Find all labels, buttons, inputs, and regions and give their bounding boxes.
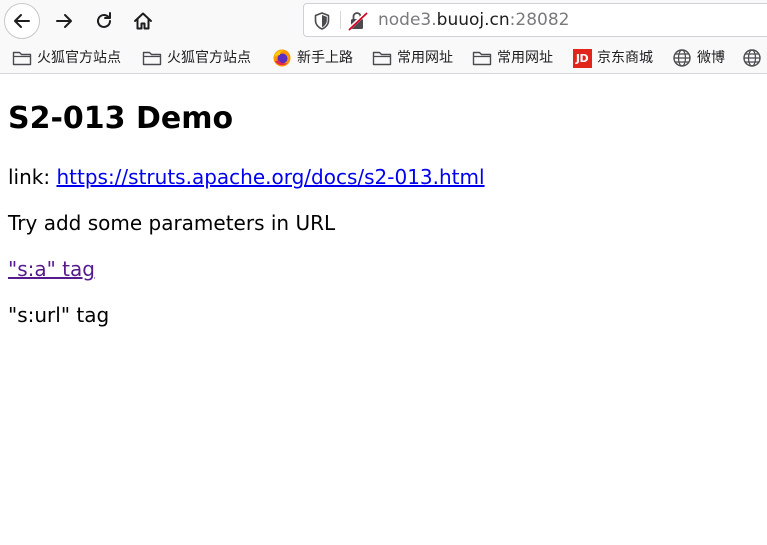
bookmark-item[interactable]: 微博 bbox=[672, 48, 725, 68]
link-prefix: link: bbox=[8, 165, 57, 189]
forward-button[interactable] bbox=[46, 3, 82, 39]
home-icon bbox=[134, 12, 152, 30]
bookmark-label: 火狐官方站点 bbox=[37, 50, 121, 66]
page-title: S2-013 Demo bbox=[8, 101, 234, 136]
bookmark-item[interactable]: 常用网址 bbox=[372, 48, 453, 68]
globe-icon bbox=[672, 49, 692, 67]
firefox-icon bbox=[272, 49, 292, 67]
folder-icon bbox=[12, 49, 32, 67]
sa-tag-paragraph: "s:a" tag bbox=[8, 256, 95, 282]
folder-icon bbox=[472, 49, 492, 67]
bookmark-item[interactable]: 火狐官方站点 bbox=[142, 48, 251, 68]
folder-icon bbox=[372, 49, 392, 67]
url-domain: buuoj.cn bbox=[436, 10, 510, 30]
surl-tag-text: "s:url" tag bbox=[8, 303, 110, 327]
bookmark-label: 常用网址 bbox=[397, 50, 453, 66]
bookmark-label: 微博 bbox=[697, 50, 725, 66]
sa-tag-link[interactable]: "s:a" tag bbox=[8, 257, 95, 281]
forward-arrow-icon bbox=[56, 14, 72, 28]
bookmark-item[interactable]: 新手上路 bbox=[272, 48, 353, 68]
bookmark-label: 常用网址 bbox=[497, 50, 553, 66]
bookmark-item[interactable]: 火狐官方站点 bbox=[12, 48, 121, 68]
bookmark-label: 火狐官方站点 bbox=[167, 50, 251, 66]
url-suffix: :28082 bbox=[509, 10, 570, 30]
struts-docs-link[interactable]: https://struts.apache.org/docs/s2-013.ht… bbox=[56, 165, 484, 189]
bookmark-item[interactable]: JD 京东商城 bbox=[572, 48, 653, 68]
home-button[interactable] bbox=[125, 3, 161, 39]
back-button[interactable] bbox=[4, 3, 40, 39]
browser-toolbar: node3.buuoj.cn:28082 bbox=[0, 0, 767, 42]
url-bar[interactable]: node3.buuoj.cn:28082 bbox=[303, 3, 767, 37]
instruction-text: Try add some parameters in URL bbox=[8, 211, 336, 235]
globe-icon bbox=[742, 49, 762, 67]
reference-paragraph: link: https://struts.apache.org/docs/s2-… bbox=[8, 164, 485, 190]
jd-icon: JD bbox=[572, 48, 592, 68]
bookmarks-toolbar: 火狐官方站点 火狐官方站点 新手上路 常用网址 常用网址 JD 京东商城 微博 bbox=[0, 42, 767, 74]
insecure-connection-lock-icon[interactable] bbox=[347, 11, 369, 35]
back-arrow-icon bbox=[14, 14, 30, 28]
url-text[interactable]: node3.buuoj.cn:28082 bbox=[378, 10, 569, 30]
url-bar-separator bbox=[340, 11, 341, 29]
tracking-protection-shield-icon[interactable] bbox=[313, 11, 331, 35]
reload-icon bbox=[97, 12, 111, 28]
jd-icon-badge: JD bbox=[572, 48, 592, 68]
folder-icon bbox=[142, 49, 162, 67]
url-prefix: node3. bbox=[378, 10, 437, 30]
bookmark-item[interactable]: 常用网址 bbox=[472, 48, 553, 68]
bookmark-item[interactable] bbox=[742, 48, 767, 68]
bookmark-label: 新手上路 bbox=[297, 50, 353, 66]
reload-button[interactable] bbox=[86, 3, 122, 39]
bookmark-label: 京东商城 bbox=[597, 50, 653, 66]
